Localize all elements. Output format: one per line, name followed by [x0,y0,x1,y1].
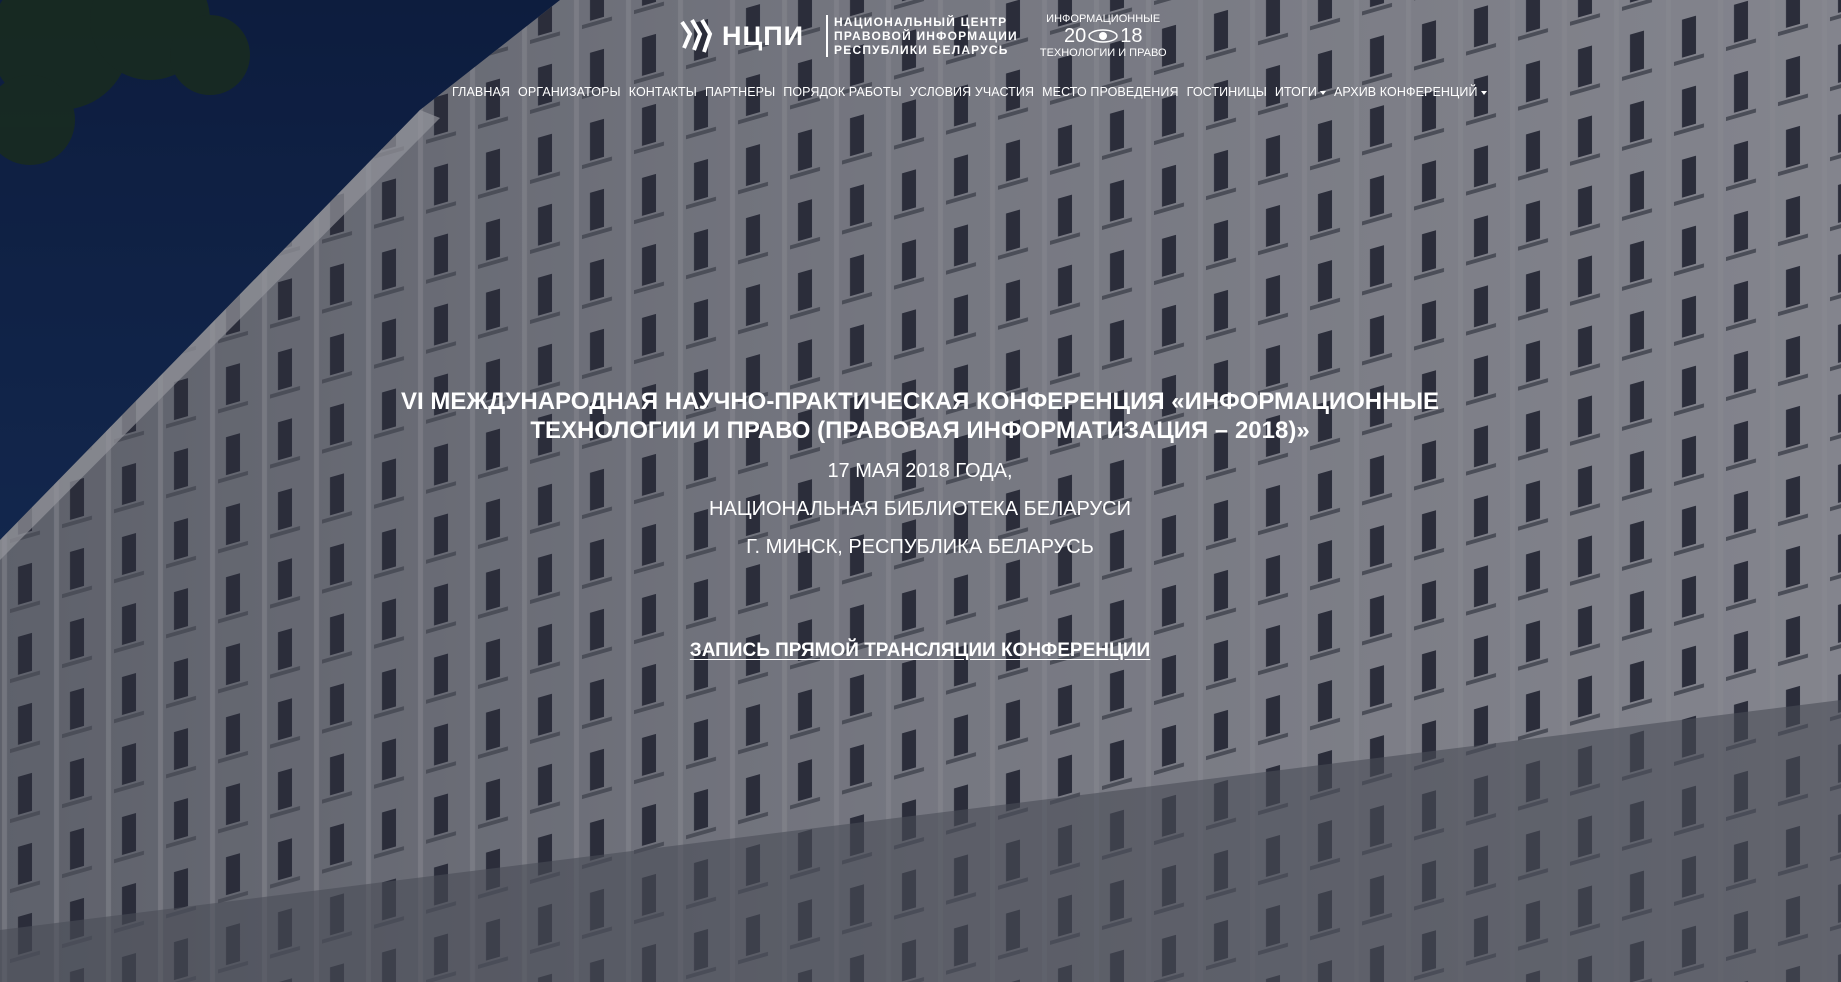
conference-title: VI МЕЖДУНАРОДНАЯ НАУЧНО-ПРАКТИЧЕСКАЯ КОН… [360,387,1480,445]
caret-down-icon [1480,90,1487,95]
conference-logo[interactable]: ИНФОРМАЦИОННЫЕ 20 18 ТЕХНОЛОГИИ И ПРАВО [1040,13,1167,59]
eye-emblem-icon [1088,29,1118,43]
conference-venue: НАЦИОНАЛЬНАЯ БИБЛИОТЕКА БЕЛАРУСИ [709,498,1131,520]
main-nav: ГЛАВНАЯ ОРГАНИЗАТОРЫ КОНТАКТЫ ПАРТНЕРЫ П… [452,85,1487,99]
nav-item-results-label: ИТОГИ [1274,85,1317,99]
ncpi-logo-text: НЦПИ [722,20,805,51]
conference-title-line-1: VI МЕЖДУНАРОДНАЯ НАУЧНО-ПРАКТИЧЕСКАЯ КОН… [401,388,1439,415]
org-line-2: ПРАВОВОЙ ИНФОРМАЦИИ [834,29,1018,43]
org-line-1: НАЦИОНАЛЬНЫЙ ЦЕНТР [834,15,1008,29]
conf-logo-top: ИНФОРМАЦИОННЫЕ [1046,13,1161,25]
logo-group[interactable]: НЦПИ НАЦИОНАЛЬНЫЙ ЦЕНТР ПРАВОВОЙ ИНФОРМА… [680,12,1167,60]
site-header: НЦПИ НАЦИОНАЛЬНЫЙ ЦЕНТР ПРАВОВОЙ ИНФОРМА… [0,0,1841,110]
conference-date: 17 МАЯ 2018 ГОДА, [827,460,1013,482]
nav-item-home[interactable]: ГЛАВНАЯ [452,85,510,99]
conference-city: Г. МИНСК, РЕСПУБЛИКА БЕЛАРУСЬ [746,536,1094,558]
nav-item-archive-label: АРХИВ КОНФЕРЕНЦИЙ [1333,85,1478,99]
nav-item-results-dropdown[interactable]: ИТОГИ [1275,85,1326,99]
nav-item-venue[interactable]: МЕСТО ПРОВЕДЕНИЯ [1042,85,1179,99]
nav-item-participation[interactable]: УСЛОВИЯ УЧАСТИЯ [910,85,1034,99]
conf-logo-year: 20 18 [1040,25,1167,47]
livestream-recording-link[interactable]: ЗАПИСЬ ПРЯМОЙ ТРАНСЛЯЦИИ КОНФЕРЕНЦИИ [690,640,1150,661]
organization-name: НАЦИОНАЛЬНЫЙ ЦЕНТР ПРАВОВОЙ ИНФОРМАЦИИ Р… [826,15,1018,57]
ncpi-chevrons-icon [680,19,713,53]
ncpi-logo[interactable]: НЦПИ [680,18,804,54]
conf-year-right: 18 [1120,25,1143,47]
nav-item-organizers[interactable]: ОРГАНИЗАТОРЫ [518,85,621,99]
conf-year-left: 20 [1063,25,1087,47]
conference-title-line-2: ТЕХНОЛОГИИ И ПРАВО (ПРАВОВАЯ ИНФОРМАТИЗА… [530,417,1310,444]
recording-link-wrap: ЗАПИСЬ ПРЯМОЙ ТРАНСЛЯЦИИ КОНФЕРЕНЦИИ [360,640,1480,662]
nav-item-archive-dropdown[interactable]: АРХИВ КОНФЕРЕНЦИЙ [1334,85,1487,99]
caret-down-icon [1319,90,1326,95]
nav-item-contacts[interactable]: КОНТАКТЫ [629,85,697,99]
nav-item-hotels[interactable]: ГОСТИНИЦЫ [1187,85,1267,99]
nav-item-schedule[interactable]: ПОРЯДОК РАБОТЫ [783,85,901,99]
hero-content: VI МЕЖДУНАРОДНАЯ НАУЧНО-ПРАКТИЧЕСКАЯ КОН… [360,387,1480,661]
org-line-3: РЕСПУБЛИКИ БЕЛАРУСЬ [834,43,1009,57]
nav-item-partners[interactable]: ПАРТНЕРЫ [705,85,775,99]
conf-logo-bottom: ТЕХНОЛОГИИ И ПРАВО [1039,47,1167,59]
